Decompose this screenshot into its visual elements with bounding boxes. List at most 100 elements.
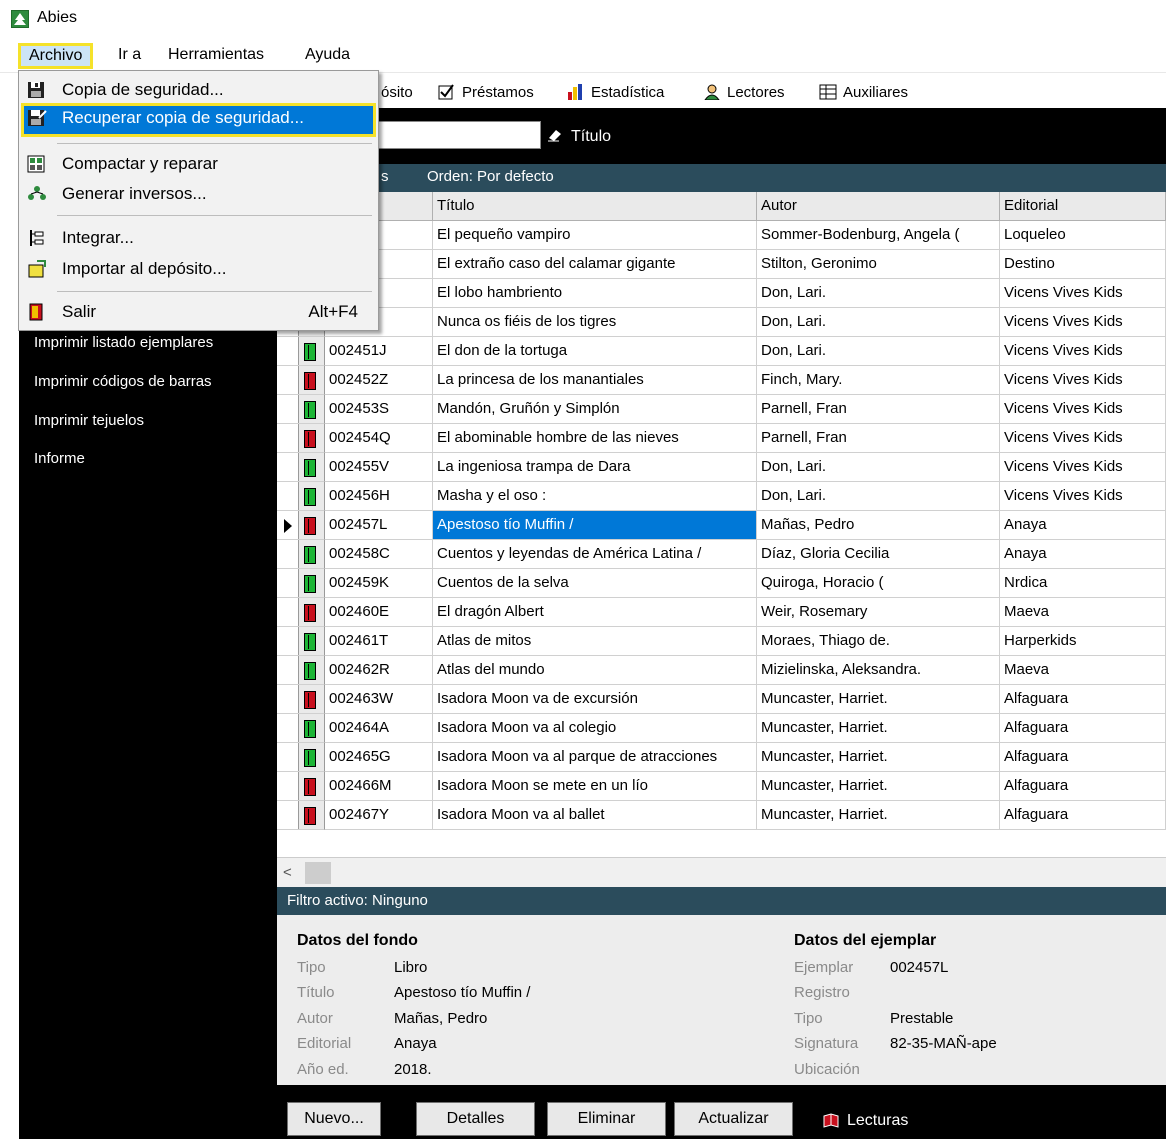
cell-ejemplar[interactable]: 002461T bbox=[325, 627, 433, 656]
cell-titulo[interactable]: Cuentos y leyendas de América Latina / bbox=[433, 540, 757, 569]
new-button[interactable]: Nuevo... bbox=[287, 1102, 381, 1136]
cell-autor[interactable]: Muncaster, Harriet. bbox=[757, 772, 1000, 801]
col-head-titulo[interactable]: Título bbox=[433, 192, 757, 221]
row-indicator[interactable] bbox=[277, 569, 325, 598]
cell-titulo[interactable]: La ingeniosa trampa de Dara bbox=[433, 453, 757, 482]
row-selector[interactable] bbox=[277, 424, 299, 452]
row-selector[interactable] bbox=[277, 540, 299, 568]
table-row[interactable]: 002454Q El abominable hombre de las nieve… bbox=[277, 424, 1166, 453]
row-indicator[interactable] bbox=[277, 366, 325, 395]
row-selector[interactable] bbox=[277, 337, 299, 365]
cell-ejemplar[interactable]: 002463W bbox=[325, 685, 433, 714]
cell-autor[interactable]: Mizielinska, Aleksandra. bbox=[757, 656, 1000, 685]
cell-editorial[interactable]: Vicens Vives Kids bbox=[1000, 395, 1166, 424]
cell-autor[interactable]: Sommer-Bodenburg, Angela ( bbox=[757, 221, 1000, 250]
table-row[interactable]: 002459K Cuentos de la selva Quiroga, Horac… bbox=[277, 569, 1166, 598]
cell-titulo[interactable]: El lobo hambriento bbox=[433, 279, 757, 308]
row-selector[interactable] bbox=[277, 714, 299, 742]
row-indicator[interactable] bbox=[277, 395, 325, 424]
table-row[interactable]: 002451J El don de la tortuga Don, Lari. Vic… bbox=[277, 337, 1166, 366]
row-selector[interactable] bbox=[277, 482, 299, 510]
toolbar-lectores[interactable]: Lectores bbox=[703, 81, 785, 103]
cell-editorial[interactable]: Alfaguara bbox=[1000, 772, 1166, 801]
row-selector[interactable] bbox=[277, 743, 299, 771]
cell-titulo[interactable]: Apestoso tío Muffin / bbox=[433, 511, 757, 540]
cell-editorial[interactable]: Loqueleo bbox=[1000, 221, 1166, 250]
toolbar-estadistica[interactable]: Estadística bbox=[567, 81, 664, 103]
cell-autor[interactable]: Díaz, Gloria Cecilia bbox=[757, 540, 1000, 569]
table-row[interactable]: 0NNunca os fiéis de los tigresDon, Lari.… bbox=[277, 308, 1166, 337]
table-row[interactable]: 002466M Isadora Moon se mete en un lío Mun… bbox=[277, 772, 1166, 801]
cell-autor[interactable]: Quiroga, Horacio ( bbox=[757, 569, 1000, 598]
nav-informe[interactable]: Informe bbox=[34, 450, 85, 467]
nav-imprimir-tejuelos[interactable]: Imprimir tejuelos bbox=[34, 412, 144, 429]
cell-editorial[interactable]: Vicens Vives Kids bbox=[1000, 337, 1166, 366]
cell-titulo[interactable]: Cuentos de la selva bbox=[433, 569, 757, 598]
col-head-autor[interactable]: Autor bbox=[757, 192, 1000, 221]
scroll-thumb[interactable] bbox=[305, 862, 331, 884]
row-selector[interactable] bbox=[277, 569, 299, 597]
cell-autor[interactable]: Muncaster, Harriet. bbox=[757, 714, 1000, 743]
cell-ejemplar[interactable]: 002455V bbox=[325, 453, 433, 482]
table-row[interactable]: 002453S Mandón, Gruñón y Simplón Parnell, … bbox=[277, 395, 1166, 424]
cell-autor[interactable]: Don, Lari. bbox=[757, 482, 1000, 511]
row-indicator[interactable] bbox=[277, 685, 325, 714]
table-row[interactable]: 002462R Atlas del mundo Mizielinska, Aleks… bbox=[277, 656, 1166, 685]
row-indicator[interactable] bbox=[277, 337, 325, 366]
cell-editorial[interactable]: Vicens Vives Kids bbox=[1000, 424, 1166, 453]
row-indicator[interactable] bbox=[277, 656, 325, 685]
table-row[interactable]: 8XEl extraño caso del calamar giganteSti… bbox=[277, 250, 1166, 279]
table-row[interactable]: 002455V La ingeniosa trampa de Dara Don, L… bbox=[277, 453, 1166, 482]
row-selector[interactable] bbox=[277, 627, 299, 655]
row-indicator[interactable] bbox=[277, 453, 325, 482]
row-indicator[interactable] bbox=[277, 482, 325, 511]
eraser-icon[interactable] bbox=[547, 128, 563, 142]
book-reading-icon[interactable] bbox=[822, 1112, 840, 1128]
cell-editorial[interactable]: Alfaguara bbox=[1000, 801, 1166, 830]
row-indicator[interactable] bbox=[277, 743, 325, 772]
cell-editorial[interactable]: Vicens Vives Kids bbox=[1000, 308, 1166, 337]
row-indicator[interactable] bbox=[277, 714, 325, 743]
cell-autor[interactable]: Mañas, Pedro bbox=[757, 511, 1000, 540]
row-indicator[interactable] bbox=[277, 540, 325, 569]
cell-autor[interactable]: Parnell, Fran bbox=[757, 424, 1000, 453]
cell-titulo[interactable]: El pequeño vampiro bbox=[433, 221, 757, 250]
cell-editorial[interactable]: Vicens Vives Kids bbox=[1000, 366, 1166, 395]
cell-editorial[interactable]: Anaya bbox=[1000, 540, 1166, 569]
cell-titulo[interactable]: Atlas del mundo bbox=[433, 656, 757, 685]
cell-titulo[interactable]: Isadora Moon va al colegio bbox=[433, 714, 757, 743]
delete-button[interactable]: Eliminar bbox=[547, 1102, 666, 1136]
cell-ejemplar[interactable]: 002466M bbox=[325, 772, 433, 801]
cell-titulo[interactable]: Isadora Moon va de excursión bbox=[433, 685, 757, 714]
cell-autor[interactable]: Moraes, Thiago de. bbox=[757, 627, 1000, 656]
cell-ejemplar[interactable]: 002457L bbox=[325, 511, 433, 540]
menu-herramientas[interactable]: Herramientas bbox=[162, 43, 270, 69]
row-indicator[interactable] bbox=[277, 772, 325, 801]
cell-autor[interactable]: Don, Lari. bbox=[757, 337, 1000, 366]
cell-editorial[interactable]: Nrdica bbox=[1000, 569, 1166, 598]
cell-autor[interactable]: Muncaster, Harriet. bbox=[757, 685, 1000, 714]
cell-autor[interactable]: Weir, Rosemary bbox=[757, 598, 1000, 627]
menu-ir-a[interactable]: Ir a bbox=[112, 43, 147, 69]
cell-ejemplar[interactable]: 002460E bbox=[325, 598, 433, 627]
cell-editorial[interactable]: Harperkids bbox=[1000, 627, 1166, 656]
row-selector[interactable] bbox=[277, 685, 299, 713]
cell-editorial[interactable]: Destino bbox=[1000, 250, 1166, 279]
cell-titulo[interactable]: La princesa de los manantiales bbox=[433, 366, 757, 395]
cell-titulo[interactable]: Isadora Moon va al parque de atracciones bbox=[433, 743, 757, 772]
cell-autor[interactable]: Muncaster, Harriet. bbox=[757, 801, 1000, 830]
nav-imprimir-listado[interactable]: Imprimir listado ejemplares bbox=[34, 334, 213, 351]
table-row[interactable]: 002457L Apestoso tío Muffin / Mañas, Pedro… bbox=[277, 511, 1166, 540]
cell-titulo[interactable]: El don de la tortuga bbox=[433, 337, 757, 366]
menu-item-exit[interactable]: Salir Alt+F4 bbox=[21, 297, 376, 327]
cell-titulo[interactable]: El extraño caso del calamar gigante bbox=[433, 250, 757, 279]
row-selector[interactable] bbox=[277, 366, 299, 394]
cell-editorial[interactable]: Maeva bbox=[1000, 656, 1166, 685]
row-selector[interactable] bbox=[277, 395, 299, 423]
cell-autor[interactable]: Finch, Mary. bbox=[757, 366, 1000, 395]
toolbar-deposito[interactable]: ósito bbox=[381, 81, 413, 103]
cell-titulo[interactable]: El abominable hombre de las nieves bbox=[433, 424, 757, 453]
row-selector[interactable] bbox=[277, 453, 299, 481]
table-row[interactable]: 002458C Cuentos y leyendas de América Lat… bbox=[277, 540, 1166, 569]
menu-item-generate-inverse[interactable]: Generar inversos... bbox=[21, 179, 376, 209]
